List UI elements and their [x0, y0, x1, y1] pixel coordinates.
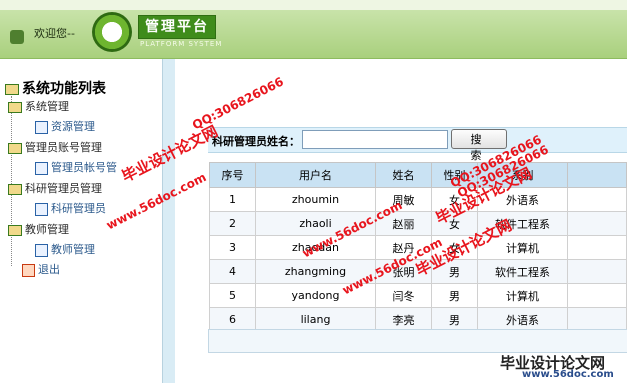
table-cell	[567, 187, 627, 212]
sidebar-item-admin-account[interactable]: 管理员账号管理	[8, 139, 102, 155]
sidebar-item-logout[interactable]: 退出	[22, 261, 60, 277]
table-cell: 计算机	[477, 283, 568, 308]
table-cell	[567, 307, 627, 332]
page-icon	[35, 161, 48, 175]
sidebar-item-label: 管理员账号管理	[25, 141, 102, 154]
table-row[interactable]: 1 zhoumin 周敏 女 外语系	[209, 187, 627, 212]
folder-icon	[8, 101, 22, 113]
sidebar-item-research-admin-sub[interactable]: 科研管理员	[35, 200, 106, 216]
sidebar-item-label: 科研管理员管理	[25, 182, 102, 195]
sidebar-item-teacher[interactable]: 教师管理	[8, 221, 69, 237]
column-header: 姓名	[375, 162, 432, 188]
table-cell: zhoumin	[255, 187, 376, 212]
search-input[interactable]	[302, 130, 448, 149]
table-cell: 5	[209, 283, 256, 308]
sidebar-item-label: 教师管理	[25, 223, 69, 236]
search-button[interactable]: 搜 索	[451, 129, 507, 162]
folder-icon	[8, 142, 22, 154]
table-cell: 4	[209, 259, 256, 284]
table-cell: 外语系	[477, 307, 568, 332]
logo-icon	[92, 12, 132, 52]
corner-watermark-url: www.56doc.com	[522, 369, 614, 380]
sidebar-item-label: 教师管理	[51, 243, 95, 256]
sidebar-splitter[interactable]	[162, 59, 175, 383]
sidebar-item-label: 科研管理员	[51, 202, 106, 215]
table-header-row: 序号 用户名 姓名 性别 系别	[209, 162, 627, 188]
header-top-strip	[0, 0, 627, 10]
folder-icon	[5, 83, 19, 95]
table-cell: 男	[431, 283, 478, 308]
sidebar-item-research-admin[interactable]: 科研管理员管理	[8, 180, 102, 196]
sidebar-item-system[interactable]: 系统管理	[8, 98, 69, 114]
sidebar-item-resource[interactable]: 资源管理	[35, 118, 95, 134]
tree-root[interactable]: 系统功能列表	[5, 78, 106, 98]
table-cell	[567, 211, 627, 236]
search-label: 科研管理员姓名：	[212, 135, 300, 148]
table-cell: 李亮	[375, 307, 432, 332]
tree-root-label: 系统功能列表	[22, 81, 106, 97]
sidebar-item-teacher-sub[interactable]: 教师管理	[35, 241, 95, 257]
table-cell	[567, 235, 627, 260]
sidebar-item-label: 资源管理	[51, 120, 95, 133]
page-icon	[35, 202, 48, 216]
table-row[interactable]: 6 lilang 李亮 男 外语系	[209, 307, 627, 332]
table-row[interactable]: 5 yandong 闫冬 男 计算机	[209, 283, 627, 308]
sidebar-item-label: 退出	[38, 263, 60, 276]
folder-icon	[8, 183, 22, 195]
column-header-empty	[567, 162, 627, 188]
platform-subtitle: PLATFORM SYSTEM	[140, 40, 223, 48]
table-row[interactable]: 2 zhaoli 赵丽 女 软件工程系	[209, 211, 627, 236]
table-cell: lilang	[255, 307, 376, 332]
table-cell	[567, 283, 627, 308]
table-cell: 6	[209, 307, 256, 332]
table-cell	[567, 259, 627, 284]
folder-icon	[8, 224, 22, 236]
table-cell: 1	[209, 187, 256, 212]
sidebar-item-admin-account-sub[interactable]: 管理员帐号管	[35, 159, 117, 175]
table-cell: 3	[209, 235, 256, 260]
page-icon	[35, 243, 48, 257]
table-cell: 2	[209, 211, 256, 236]
column-header: 用户名	[255, 162, 376, 188]
table-cell: 男	[431, 307, 478, 332]
column-header: 序号	[209, 162, 256, 188]
table-cell: 闫冬	[375, 283, 432, 308]
platform-title: 管理平台	[138, 15, 216, 39]
table-footer-bar	[208, 329, 627, 353]
page-icon	[35, 120, 48, 134]
sidebar-item-label: 系统管理	[25, 100, 69, 113]
header-bar: 欢迎您-- 管理平台 PLATFORM SYSTEM	[0, 0, 627, 59]
table-cell: 软件工程系	[477, 259, 568, 284]
welcome-text: 欢迎您--	[34, 27, 75, 40]
user-icon	[10, 30, 24, 44]
sidebar-item-label: 管理员帐号管	[51, 161, 117, 174]
exit-icon	[22, 263, 35, 277]
